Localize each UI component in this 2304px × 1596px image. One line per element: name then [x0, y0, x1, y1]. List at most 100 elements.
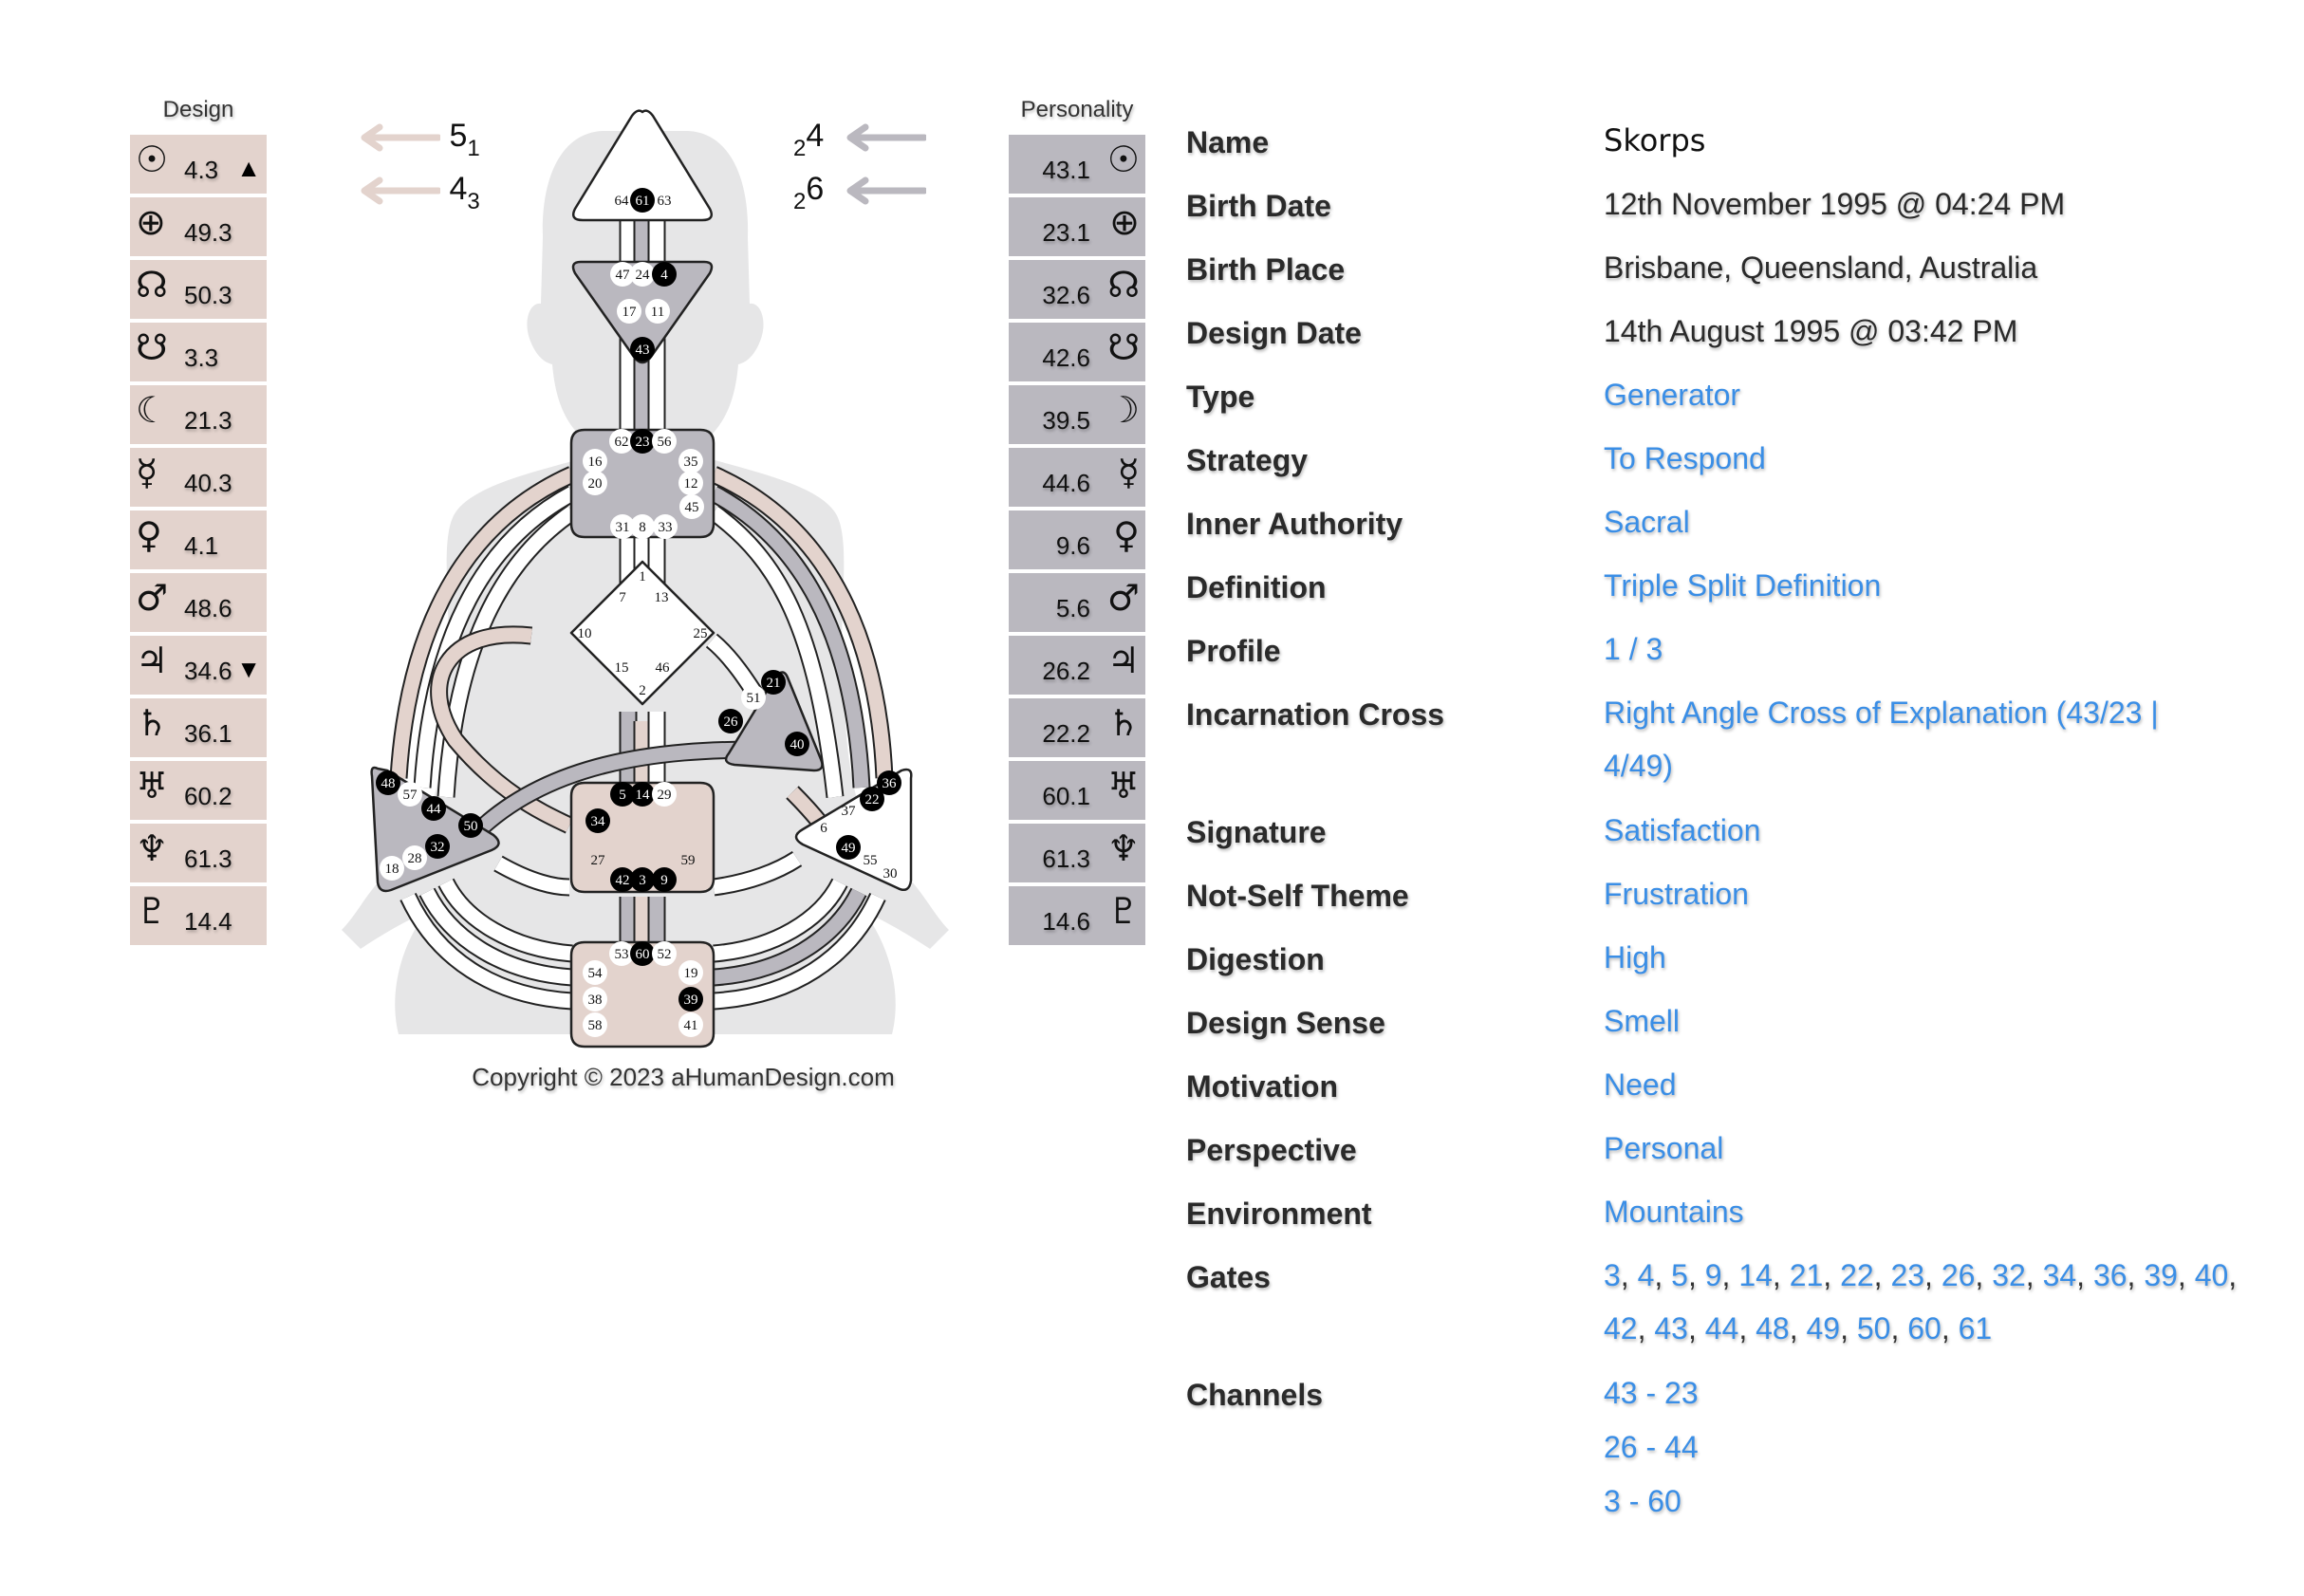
detriment-triangle-icon: ▼: [236, 655, 261, 683]
info-label: Perspective: [1186, 1133, 1357, 1167]
info-row-perspective: Perspective Personal: [1186, 1129, 2277, 1193]
info-row-gates: Gates 3, 4, 5, 9, 14, 21, 22, 23, 26, 32…: [1186, 1256, 2277, 1374]
copyright-text: Copyright © 2023 aHumanDesign.com: [472, 1063, 895, 1091]
gate-link[interactable]: 49: [1807, 1311, 1841, 1345]
separator: ,: [1890, 1311, 1908, 1345]
design-planet-row-jupiter: ♃ 34.6 ▼: [130, 636, 267, 695]
gate-link[interactable]: 14: [1738, 1258, 1773, 1292]
gate-link[interactable]: 48: [1756, 1311, 1790, 1345]
gate-number: 4: [660, 268, 668, 283]
gate-37: 37: [842, 804, 857, 819]
exalted-triangle-icon: ▲: [236, 154, 261, 182]
planet-gate-value: 9.6: [1055, 531, 1090, 560]
planet-gate-value: 4.3: [184, 156, 219, 184]
gate-number: 8: [639, 520, 646, 535]
perspective-link[interactable]: Personal: [1604, 1131, 1723, 1165]
north-node-icon: ☊: [1107, 264, 1140, 306]
gate-40: 40: [785, 732, 809, 756]
gate-57: 57: [398, 782, 422, 807]
gate-link[interactable]: 44: [1705, 1311, 1739, 1345]
gate-link[interactable]: 34: [2043, 1258, 2077, 1292]
channel-link[interactable]: 3 - 60: [1604, 1475, 2277, 1529]
personality-planet-row-jupiter: ♃ 26.2: [1009, 636, 1145, 695]
separator: ,: [2076, 1258, 2093, 1292]
gate-6: 6: [820, 821, 827, 836]
gate-link[interactable]: 50: [1857, 1311, 1891, 1345]
gate-link[interactable]: 40: [2195, 1258, 2229, 1292]
planet-gate-value: 23.1: [1042, 218, 1090, 247]
signature-link[interactable]: Satisfaction: [1604, 813, 1760, 847]
gate-45: 45: [679, 494, 704, 519]
gate-link[interactable]: 23: [1890, 1258, 1924, 1292]
jupiter-icon: ♃: [1106, 640, 1140, 681]
gate-link[interactable]: 22: [1840, 1258, 1874, 1292]
planet-gate-value: 44.6: [1042, 469, 1090, 497]
earth-icon: ⊕: [1109, 201, 1140, 243]
gate-24: 24: [630, 262, 655, 287]
gate-link[interactable]: 26: [1942, 1258, 1976, 1292]
separator: ,: [2025, 1258, 2043, 1292]
separator: ,: [1721, 1258, 1739, 1292]
strategy-link[interactable]: To Respond: [1604, 441, 1766, 475]
pluto-icon: ♇: [136, 890, 169, 932]
inner-authority-link[interactable]: Sacral: [1604, 505, 1690, 539]
profile-link[interactable]: 1 / 3: [1604, 632, 1663, 666]
design-title: Design: [162, 97, 234, 122]
planet-gate-value: 34.6: [184, 657, 232, 685]
info-label: Type: [1186, 380, 1255, 414]
gate-number: 61: [636, 194, 650, 209]
incarnation-cross-link[interactable]: Right Angle Cross of Explanation (43/23 …: [1604, 696, 2159, 783]
birth-place-value: Brisbane, Queensland, Australia: [1604, 251, 2038, 285]
planet-gate-value: 21.3: [184, 406, 232, 435]
gate-link[interactable]: 42: [1604, 1311, 1638, 1345]
gate-link[interactable]: 3: [1604, 1258, 1621, 1292]
gate-link[interactable]: 39: [2144, 1258, 2178, 1292]
gate-link[interactable]: 43: [1654, 1311, 1688, 1345]
gate-60: 60: [630, 941, 655, 966]
personality-planet-row-uranus: ♅ 60.1: [1009, 761, 1145, 820]
definition-link[interactable]: Triple Split Definition: [1604, 568, 1881, 603]
type-link[interactable]: Generator: [1604, 378, 1740, 412]
info-row-name: Name Skorps: [1186, 121, 2277, 185]
channel-link[interactable]: 26 - 44: [1604, 1420, 2277, 1475]
gate-link[interactable]: 5: [1671, 1258, 1688, 1292]
gate-28: 28: [402, 845, 427, 870]
gate-link[interactable]: 21: [1790, 1258, 1824, 1292]
design-planet-row-north-node: ☊ 50.3: [130, 260, 267, 319]
gate-link[interactable]: 32: [1992, 1258, 2026, 1292]
planet-gate-value: 22.2: [1042, 719, 1090, 748]
motivation-link[interactable]: Need: [1604, 1067, 1677, 1102]
not-self-theme-link[interactable]: Frustration: [1604, 877, 1749, 911]
planet-gate-value: 32.6: [1042, 281, 1090, 309]
digestion-link[interactable]: High: [1604, 940, 1666, 974]
gate-number: 46: [656, 660, 671, 676]
planet-gate-value: 26.2: [1042, 657, 1090, 685]
gate-number: 51: [747, 691, 761, 706]
gate-number: 18: [385, 862, 399, 877]
gate-link[interactable]: 9: [1705, 1258, 1722, 1292]
gate-number: 25: [694, 626, 708, 641]
gate-link[interactable]: 36: [2093, 1258, 2127, 1292]
separator: ,: [1975, 1258, 1993, 1292]
gate-number: 9: [660, 873, 668, 888]
separator: ,: [1789, 1311, 1807, 1345]
environment-link[interactable]: Mountains: [1604, 1195, 1744, 1229]
design-sense-link[interactable]: Smell: [1604, 1004, 1680, 1038]
info-label: Channels: [1186, 1378, 1324, 1412]
gate-number: 50: [464, 819, 478, 834]
gate-link[interactable]: 60: [1907, 1311, 1942, 1345]
planet-gate-value: 49.3: [184, 218, 232, 247]
channel-link[interactable]: 43 - 23: [1604, 1366, 2277, 1420]
name-value: Skorps: [1604, 122, 1706, 158]
gate-number: 2: [639, 683, 646, 698]
gate-number: 24: [636, 268, 651, 283]
uranus-icon: ♅: [1106, 765, 1140, 807]
gate-link[interactable]: 4: [1638, 1258, 1655, 1292]
gates-list: 3, 4, 5, 9, 14, 21, 22, 23, 26, 32, 34, …: [1604, 1249, 2249, 1355]
design-planet-row-pluto: ♇ 14.4: [130, 886, 267, 945]
gate-48: 48: [376, 770, 400, 795]
gate-11: 11: [645, 299, 670, 324]
gate-20: 20: [583, 471, 607, 495]
gate-link[interactable]: 61: [1959, 1311, 1993, 1345]
gate-46: 46: [656, 660, 671, 676]
